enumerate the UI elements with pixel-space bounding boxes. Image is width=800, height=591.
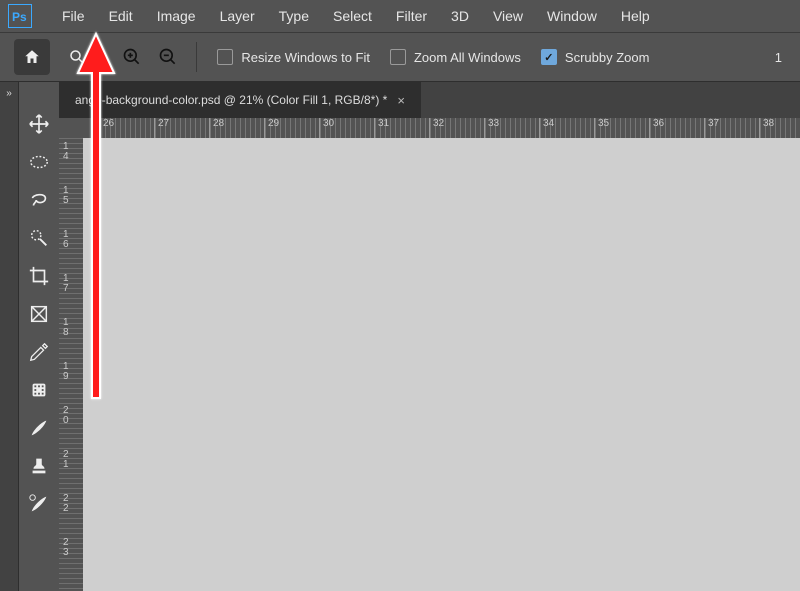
checkbox-box (217, 49, 233, 65)
menubar: Ps File Edit Image Layer Type Select Fil… (0, 0, 800, 33)
checkbox-label: Scrubby Zoom (565, 50, 650, 65)
zoom-all-windows-checkbox[interactable]: Zoom All Windows (390, 49, 521, 65)
move-tool[interactable] (21, 106, 57, 142)
menu-type[interactable]: Type (267, 0, 321, 32)
menu-help[interactable]: Help (609, 0, 662, 32)
panel-collapse-strip[interactable]: » (0, 82, 19, 591)
ruler-tick: 21 (63, 450, 69, 470)
optionbar: ⌄ Resize Windows to Fit Zoom All Windows… (0, 33, 800, 82)
ruler-tick: 15 (63, 186, 69, 206)
svg-text:Ps: Ps (12, 10, 27, 24)
history-brush-tool[interactable] (21, 486, 57, 522)
ruler-tick: 26 (99, 118, 153, 138)
menu-3d[interactable]: 3D (439, 0, 481, 32)
zoom-in-button[interactable] (120, 45, 144, 69)
divider (196, 42, 197, 72)
document-area: ange-background-color.psd @ 21% (Color F… (59, 82, 800, 591)
ruler-tick: 28 (209, 118, 263, 138)
ruler-tick: 31 (374, 118, 428, 138)
magnifier-icon (68, 48, 86, 66)
ruler-tick: 34 (539, 118, 593, 138)
ruler-tick: 20 (63, 406, 69, 426)
crop-tool[interactable] (21, 258, 57, 294)
lasso-tool[interactable] (21, 182, 57, 218)
ruler-tick: 23 (63, 538, 69, 558)
chevron-down-icon: ⌄ (90, 52, 98, 63)
tools-panel (19, 82, 59, 591)
eyedropper-tool[interactable] (21, 334, 57, 370)
canvas-row: 14 15 16 17 18 19 20 21 22 23 (59, 138, 800, 591)
zoom-out-button[interactable] (156, 45, 180, 69)
horizontal-ruler[interactable]: 26272829303132333435363738 (59, 118, 800, 138)
ruler-tick: 32 (429, 118, 483, 138)
brush-tool[interactable] (21, 410, 57, 446)
ruler-tick: 29 (264, 118, 318, 138)
ruler-tick: 22 (63, 494, 69, 514)
menu-view[interactable]: View (481, 0, 535, 32)
ps-logo-icon: Ps (8, 4, 32, 28)
menu-image[interactable]: Image (145, 0, 208, 32)
document-tab[interactable]: ange-background-color.psd @ 21% (Color F… (59, 82, 421, 118)
ruler-tick: 33 (484, 118, 538, 138)
menu-window[interactable]: Window (535, 0, 609, 32)
ruler-tick: 38 (759, 118, 800, 138)
home-button[interactable] (14, 39, 50, 75)
ruler-tick: 17 (63, 274, 69, 294)
stamp-tool[interactable] (21, 448, 57, 484)
ruler-tick: 27 (154, 118, 208, 138)
marquee-tool[interactable] (21, 144, 57, 180)
menu-select[interactable]: Select (321, 0, 384, 32)
checkbox-box (390, 49, 406, 65)
trailing-value: 1 (775, 50, 786, 65)
document-tab-label: ange-background-color.psd @ 21% (Color F… (75, 93, 387, 107)
ruler-tick: 16 (63, 230, 69, 250)
menu-layer[interactable]: Layer (208, 0, 267, 32)
ruler-tick: 30 (319, 118, 373, 138)
canvas[interactable] (83, 138, 800, 591)
ruler-tick: 14 (63, 142, 69, 162)
ruler-tick: 35 (594, 118, 648, 138)
close-icon[interactable]: × (397, 93, 405, 108)
tab-bar: ange-background-color.psd @ 21% (Color F… (59, 82, 800, 118)
checkbox-box (541, 49, 557, 65)
quick-select-tool[interactable] (21, 220, 57, 256)
menu-filter[interactable]: Filter (384, 0, 439, 32)
checkbox-label: Resize Windows to Fit (241, 50, 370, 65)
scrubby-zoom-checkbox[interactable]: Scrubby Zoom (541, 49, 650, 65)
resize-windows-checkbox[interactable]: Resize Windows to Fit (217, 49, 370, 65)
ruler-tick: 36 (649, 118, 703, 138)
menu-file[interactable]: File (50, 0, 97, 32)
ruler-tick: 37 (704, 118, 758, 138)
checkbox-label: Zoom All Windows (414, 50, 521, 65)
ruler-tick: 19 (63, 362, 69, 382)
ruler-tick: 18 (63, 318, 69, 338)
expand-chevron-icon: » (6, 88, 12, 99)
workspace: » (0, 82, 800, 591)
frame-tool[interactable] (21, 296, 57, 332)
healing-brush-tool[interactable] (21, 372, 57, 408)
tool-preset-dropdown[interactable]: ⌄ (68, 48, 98, 66)
vertical-ruler[interactable]: 14 15 16 17 18 19 20 21 22 23 (59, 138, 83, 591)
menu-edit[interactable]: Edit (97, 0, 145, 32)
